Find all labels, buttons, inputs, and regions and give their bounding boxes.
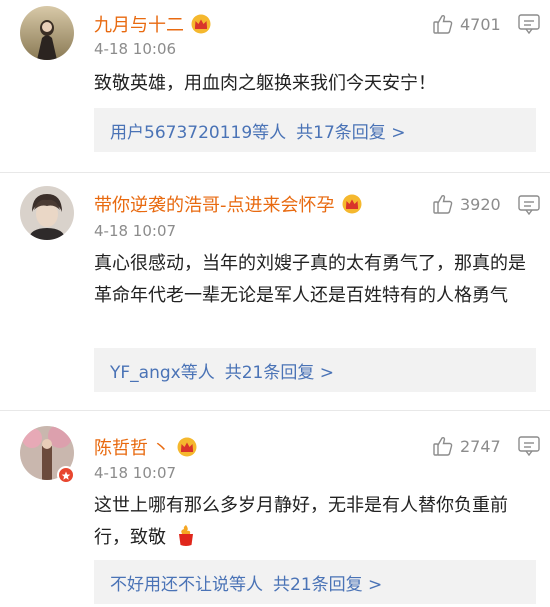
like-count: 3920 [460,194,501,214]
comment-item: 陈哲哲 丶 4-18 10:07 2747 这世上哪有那么多岁月静好，无非是有人… [0,414,550,607]
avatar[interactable] [20,6,74,60]
replies-count[interactable]: 共21条回复 > [273,570,382,595]
like-button[interactable]: 4701 [432,12,501,36]
divider [0,172,550,173]
divider [0,410,550,411]
replies-users[interactable]: YF_angx等人 [110,358,215,383]
replies-users[interactable]: 不好用还不让说等人 [110,570,263,595]
username-suffix: 丶 [152,438,170,459]
comment-more-icon[interactable] [518,14,540,35]
comment-more-icon[interactable] [518,436,540,457]
comment-item: 带你逆袭的浩哥-点进来会怀孕 4-18 10:07 3920 真心很感动，当年的… [0,176,550,406]
comment-time: 4-18 10:07 [94,464,177,482]
comment-time: 4-18 10:07 [94,222,177,240]
like-button[interactable]: 3920 [432,192,501,216]
vip-crown-icon [190,14,212,34]
vip-crown-icon [341,194,363,214]
thumb-up-icon [433,14,453,34]
replies-users[interactable]: 用户5673720119等人 [110,118,286,143]
comment-text: 致敬英雄，用血肉之躯换来我们今天安宁！ [94,73,436,94]
comment-text: 真心很感动，当年的刘嫂子真的太有勇气了，那真的是革命年代老一辈无论是军人还是百姓… [94,253,526,306]
like-count: 2747 [460,436,501,456]
comment-time: 4-18 10:06 [94,40,177,58]
replies-count[interactable]: 共21条回复 > [225,358,334,383]
comment-item: 九月与十二 4-18 10:06 4701 致敬英雄，用血肉之躯换来我们今天安宁… [0,0,550,170]
replies-box[interactable]: 不好用还不让说等人 共21条回复 > [94,560,536,604]
username[interactable]: 九月与十二 [94,11,212,37]
replies-box[interactable]: YF_angx等人 共21条回复 > [94,348,536,392]
username[interactable]: 陈哲哲 丶 [94,434,198,460]
like-count: 4701 [460,14,501,34]
verified-badge-icon [57,466,75,484]
replies-count[interactable]: 共17条回复 > [296,118,405,143]
username[interactable]: 带你逆袭的浩哥-点进来会怀孕 [94,191,363,217]
comment-more-icon[interactable] [518,195,540,216]
thumb-up-icon [433,194,453,214]
fire-cup-emoji [176,523,196,558]
vip-crown-icon [176,437,198,457]
thumb-up-icon [433,436,453,456]
avatar[interactable] [20,186,74,240]
like-button[interactable]: 2747 [432,434,501,458]
comment-text: 这世上哪有那么多岁月静好，无非是有人替你负重前行，致敬 [94,490,534,558]
replies-box[interactable]: 用户5673720119等人 共17条回复 > [94,108,536,152]
